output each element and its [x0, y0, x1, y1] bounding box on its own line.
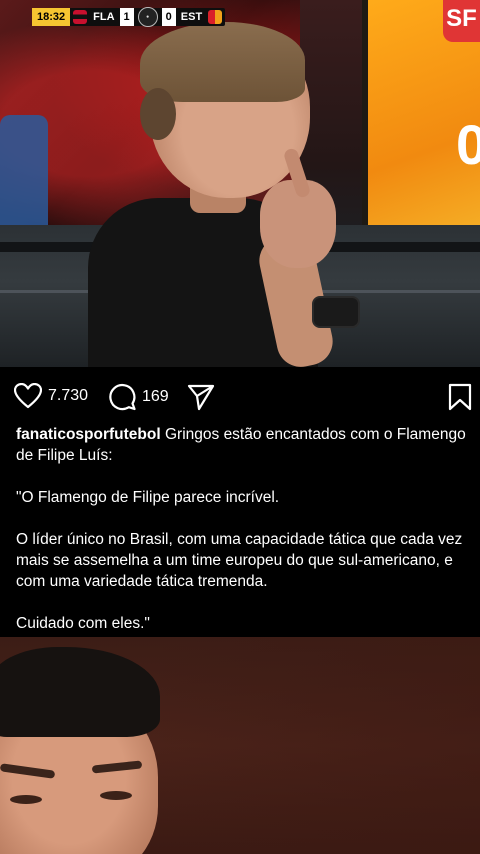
competition-logo-icon: ●: [137, 7, 158, 27]
heart-icon[interactable]: [14, 383, 42, 409]
share-action[interactable]: [187, 383, 215, 411]
like-action[interactable]: 7.730: [14, 383, 88, 409]
away-score: 0: [161, 8, 176, 26]
estudiantes-crest-icon: [208, 10, 223, 24]
smartwatch: [312, 296, 360, 328]
paper-plane-icon[interactable]: [187, 383, 215, 411]
fan-figure: [0, 115, 48, 225]
post-caption: fanaticosporfutebol Gringos estão encant…: [16, 424, 468, 655]
creator-hair: [0, 647, 160, 737]
next-post-video[interactable]: [0, 637, 480, 854]
comment-count: 169: [142, 388, 169, 405]
bookmark-icon[interactable]: [448, 383, 472, 411]
comment-action[interactable]: 169: [108, 383, 169, 411]
coach-hair-bun: [140, 88, 176, 140]
match-clock: 18:32: [32, 8, 71, 26]
caption-paragraph: O líder único no Brasil, com uma capacid…: [16, 531, 463, 590]
home-team-name: FLA: [93, 11, 115, 23]
caption-intro: fanaticosporfutebol Gringos estão encant…: [16, 424, 468, 466]
post-username[interactable]: fanaticosporfutebol: [16, 426, 161, 443]
post-media-photo[interactable]: 0 18:32 FLA 1 ● 0 EST SF: [0, 0, 480, 367]
score-bug: 18:32 FLA 1 ● 0 EST: [32, 7, 226, 27]
video-background: [150, 637, 480, 854]
flamengo-crest-icon: [73, 10, 88, 24]
save-action[interactable]: [448, 383, 472, 411]
home-score: 1: [119, 8, 134, 26]
screen-digit: 0: [456, 113, 480, 176]
caption-paragraph: "O Flamengo de Filipe parece incrível.: [16, 489, 280, 506]
comment-bubble-icon[interactable]: [108, 383, 136, 411]
creator-eye: [10, 795, 42, 804]
caption-paragraph: Cuidado com eles.": [16, 615, 150, 632]
channel-logo: SF: [443, 0, 480, 42]
like-count: 7.730: [48, 387, 89, 404]
away-team-name: EST: [180, 11, 203, 23]
screen-edge: [362, 0, 368, 250]
creator-eye: [100, 791, 132, 800]
post-action-bar: 7.730 169: [0, 367, 480, 427]
